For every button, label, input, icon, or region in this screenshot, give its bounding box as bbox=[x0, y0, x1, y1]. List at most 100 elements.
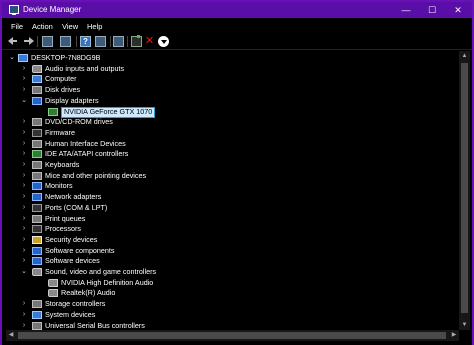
expand-icon[interactable]: › bbox=[20, 224, 28, 234]
menu-bar: File Action View Help bbox=[2, 19, 472, 33]
expand-icon[interactable]: › bbox=[20, 74, 28, 84]
tree-category-item[interactable]: › IDE ATA/ATAPI controllers bbox=[6, 149, 456, 160]
tree-category-item[interactable]: ⌄ Sound, video and game controllers bbox=[6, 267, 456, 278]
enable-device-icon[interactable] bbox=[131, 35, 142, 47]
title-bar[interactable]: Device Manager — ☐ ✕ bbox=[2, 2, 472, 18]
tree-item-label: Computer bbox=[45, 74, 77, 84]
tree-category-item[interactable]: › Computer bbox=[6, 74, 456, 85]
cpu-icon bbox=[32, 225, 42, 234]
computer-icon bbox=[32, 75, 42, 84]
display-adapter-icon bbox=[48, 107, 58, 116]
expand-icon[interactable]: › bbox=[20, 117, 28, 127]
scroll-down-icon[interactable]: ▼ bbox=[459, 320, 470, 330]
tree-item-label: Realtek(R) Audio bbox=[61, 288, 116, 298]
uninstall-icon[interactable]: ✕ bbox=[144, 36, 155, 47]
expand-icon[interactable]: › bbox=[20, 139, 28, 149]
tree-category-item[interactable]: › Human Interface Devices bbox=[6, 139, 456, 150]
help-icon[interactable]: ? bbox=[80, 36, 91, 47]
scroll-right-icon[interactable]: ▶ bbox=[449, 330, 459, 341]
scroll-up-icon[interactable]: ▲ bbox=[459, 51, 470, 61]
collapse-icon[interactable]: ⌄ bbox=[20, 267, 28, 277]
monitor-icon bbox=[32, 96, 42, 105]
back-icon[interactable] bbox=[8, 36, 19, 47]
expand-icon[interactable]: › bbox=[20, 299, 28, 309]
maximize-button[interactable]: ☐ bbox=[420, 2, 444, 18]
tree-category-item[interactable]: › Keyboards bbox=[6, 160, 456, 171]
tree-device-item[interactable]: NVIDIA High Definition Audio bbox=[6, 278, 456, 289]
speaker-icon bbox=[48, 278, 58, 287]
scan-icon[interactable] bbox=[95, 36, 106, 47]
tree-item-label: Print queues bbox=[45, 213, 86, 223]
tree-item-label: Processors bbox=[45, 224, 81, 234]
computer-icon bbox=[18, 54, 28, 62]
tree-item-label: Mice and other pointing devices bbox=[45, 170, 147, 180]
expand-icon[interactable]: › bbox=[20, 310, 28, 320]
tree-category-item[interactable]: › Processors bbox=[6, 224, 456, 235]
tree-category-item[interactable]: › Mice and other pointing devices bbox=[6, 171, 456, 182]
forward-icon[interactable] bbox=[23, 36, 34, 47]
tree-category-item[interactable]: › Software devices bbox=[6, 256, 456, 267]
properties-icon[interactable] bbox=[42, 36, 53, 47]
expand-icon[interactable]: › bbox=[20, 235, 28, 245]
dvd-icon bbox=[32, 118, 42, 127]
expand-icon[interactable]: › bbox=[20, 203, 28, 213]
tree-item-label: System devices bbox=[45, 309, 96, 319]
expand-icon[interactable]: › bbox=[20, 192, 28, 202]
tree-category-item[interactable]: › Disk drives bbox=[6, 85, 456, 96]
expand-icon[interactable]: › bbox=[20, 256, 28, 266]
minimize-button[interactable]: — bbox=[394, 2, 418, 18]
tree-root[interactable]: ⌄ DESKTOP-7N8DG9B bbox=[6, 53, 456, 64]
tree-category-item[interactable]: › Network adapters bbox=[6, 192, 456, 203]
tree-item-label: Sound, video and game controllers bbox=[45, 267, 157, 276]
expand-icon[interactable]: › bbox=[20, 246, 28, 256]
expand-icon[interactable]: › bbox=[20, 128, 28, 138]
monitor-icon bbox=[32, 182, 42, 191]
tree-item-label: Human Interface Devices bbox=[45, 138, 126, 148]
expand-icon[interactable]: › bbox=[20, 160, 28, 170]
expand-icon[interactable]: › bbox=[20, 214, 28, 224]
horizontal-scroll-thumb[interactable] bbox=[18, 332, 446, 339]
expand-icon[interactable]: › bbox=[20, 85, 28, 95]
menu-action[interactable]: Action bbox=[32, 22, 53, 31]
tree-category-item[interactable]: › Firmware bbox=[6, 128, 456, 139]
download-icon[interactable] bbox=[158, 36, 169, 47]
tree-category-item[interactable]: › Software components bbox=[6, 246, 456, 257]
expand-icon[interactable]: › bbox=[20, 321, 28, 331]
menu-file[interactable]: File bbox=[11, 22, 23, 31]
tree-item-label: Monitors bbox=[45, 181, 73, 191]
tree-device-item[interactable]: Realtek(R) Audio bbox=[6, 288, 456, 299]
tree-item-label: NVIDIA High Definition Audio bbox=[61, 277, 154, 287]
scroll-left-icon[interactable]: ◀ bbox=[6, 330, 16, 341]
speaker-icon bbox=[32, 268, 42, 276]
tree-category-item[interactable]: › Security devices bbox=[6, 235, 456, 246]
show-hide-icon[interactable] bbox=[60, 36, 71, 47]
expand-icon[interactable]: › bbox=[20, 64, 28, 74]
menu-help[interactable]: Help bbox=[87, 22, 102, 31]
vertical-scrollbar[interactable]: ▲ ▼ bbox=[459, 51, 470, 330]
security-icon bbox=[32, 235, 42, 244]
menu-view[interactable]: View bbox=[62, 22, 78, 31]
collapse-icon[interactable]: ⌄ bbox=[8, 53, 16, 63]
storage-icon bbox=[32, 300, 42, 309]
tree-category-item[interactable]: › Monitors bbox=[6, 181, 456, 192]
tree-category-item[interactable]: › Ports (COM & LPT) bbox=[6, 203, 456, 214]
collapse-icon[interactable]: ⌄ bbox=[20, 96, 28, 106]
device-tree[interactable]: ⌄ DESKTOP-7N8DG9B › Audio inputs and outp… bbox=[6, 51, 458, 330]
toolbar: ? ✕ bbox=[2, 33, 472, 50]
update-driver-icon[interactable] bbox=[113, 36, 124, 47]
tree-category-item[interactable]: ⌄ Display adapters bbox=[6, 96, 456, 107]
expand-icon[interactable]: › bbox=[20, 171, 28, 181]
tree-category-item[interactable]: › Print queues bbox=[6, 214, 456, 225]
tree-item-label: NVIDIA GeForce GTX 1070 bbox=[61, 107, 156, 118]
vertical-scroll-thumb[interactable] bbox=[461, 63, 468, 313]
tree-category-item[interactable]: › Universal Serial Bus controllers bbox=[6, 321, 456, 331]
horizontal-scrollbar[interactable]: ◀ ▶ bbox=[6, 330, 459, 341]
tree-category-item[interactable]: › Audio inputs and outputs bbox=[6, 64, 456, 75]
expand-icon[interactable]: › bbox=[20, 149, 28, 159]
tree-category-item[interactable]: › Storage controllers bbox=[6, 299, 456, 310]
tree-category-item[interactable]: › DVD/CD-ROM drives bbox=[6, 117, 456, 128]
tree-device-item[interactable]: NVIDIA GeForce GTX 1070 bbox=[6, 107, 456, 118]
tree-category-item[interactable]: › System devices bbox=[6, 310, 456, 321]
close-button[interactable]: ✕ bbox=[446, 2, 470, 18]
expand-icon[interactable]: › bbox=[20, 181, 28, 191]
